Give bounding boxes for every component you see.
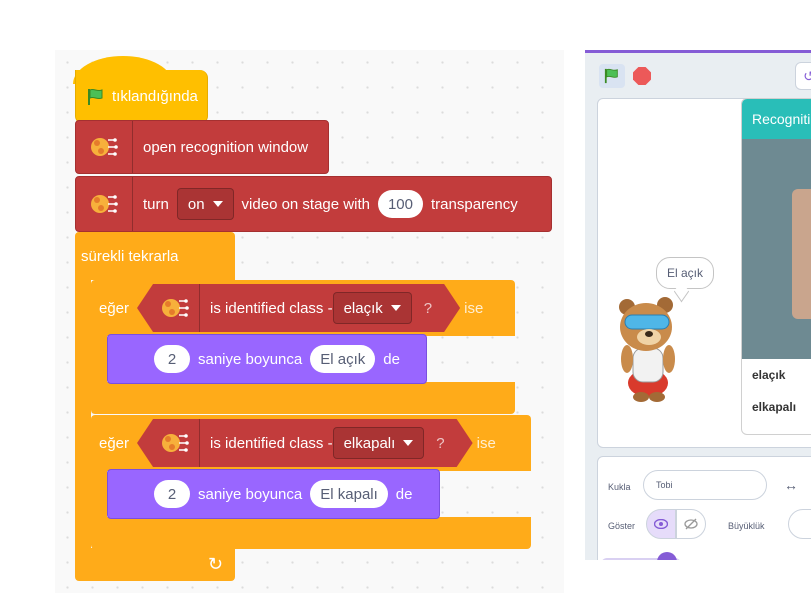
stop-button[interactable] xyxy=(633,67,651,85)
say-text-input[interactable]: El kapalı xyxy=(310,480,388,508)
say-for-secs-block-1[interactable]: 2 saniye boyunca El açık de xyxy=(107,334,427,384)
class-dropdown[interactable]: elkapalı xyxy=(333,427,425,459)
transparency-input[interactable]: 100 xyxy=(377,190,423,218)
ai-brain-icon xyxy=(76,177,133,231)
if-block-1[interactable]: eğer is identified class - elaçık ? ise xyxy=(91,280,515,336)
question-mark: ? xyxy=(423,299,433,317)
top-accent-line xyxy=(585,50,811,53)
video-state-dropdown[interactable]: on xyxy=(176,188,234,220)
sprite-info-panel: Kukla Tobi ↔ Göster Büyüklük xyxy=(597,456,811,560)
if-label: eğer xyxy=(99,434,130,452)
say-for-secs-block-2[interactable]: 2 saniye boyunca El kapalı de xyxy=(107,469,440,519)
stage-layout-button[interactable]: ↺ xyxy=(795,62,811,90)
sprite-label: Kukla xyxy=(608,482,631,492)
video-state-value: on xyxy=(187,195,205,213)
ai-brain-icon xyxy=(151,284,200,332)
if-block-2-arm xyxy=(91,469,107,519)
forever-block-bottom[interactable]: ↻ xyxy=(75,548,235,581)
green-flag-icon xyxy=(604,68,618,84)
loop-arrow-icon: ↻ xyxy=(207,554,223,574)
webcam-video xyxy=(742,139,811,359)
class-label-1: elaçık xyxy=(752,368,786,382)
bear-sprite[interactable] xyxy=(613,293,683,403)
if-block-2-bottom xyxy=(91,517,531,549)
say-mid-label: saniye boyunca xyxy=(198,350,303,368)
class-value: elaçık xyxy=(343,299,383,317)
dropdown-caret-icon xyxy=(391,305,401,311)
if-block-1-arm xyxy=(91,334,107,384)
ai-brain-icon xyxy=(76,121,133,173)
turn-video-block[interactable]: turn on video on stage with 100 transpar… xyxy=(75,176,552,232)
dropdown-caret-icon xyxy=(212,201,223,207)
identified-class-condition[interactable]: is identified class - elkapalı ? xyxy=(137,419,473,467)
if-block-2[interactable]: eğer is identified class - elkapalı ? is… xyxy=(91,415,531,471)
sprite-name-value: Tobi xyxy=(656,480,673,490)
hide-sprite-button[interactable] xyxy=(676,509,706,539)
then-label: ise xyxy=(476,434,496,452)
forever-block-arm xyxy=(75,278,91,568)
stage-panel: ↺ El açık Recogniti elaçık elkapalı Kukl… xyxy=(585,50,811,560)
open-window-label: open recognition window xyxy=(143,138,309,156)
sprite-name-input[interactable]: Tobi xyxy=(643,470,767,500)
recognition-title: Recogniti xyxy=(742,99,811,139)
show-sprite-button[interactable] xyxy=(646,509,676,539)
forever-block[interactable]: sürekli tekrarla xyxy=(75,232,235,280)
recognition-window[interactable]: Recogniti elaçık elkapalı xyxy=(741,98,811,435)
size-input[interactable] xyxy=(788,509,811,539)
identified-class-condition[interactable]: is identified class - elaçık ? xyxy=(137,284,460,332)
if-block-1-bottom xyxy=(91,382,515,414)
secs-input[interactable]: 2 xyxy=(154,345,190,373)
then-label: ise xyxy=(464,299,484,317)
condition-label: is identified class - xyxy=(210,299,333,317)
class-dropdown[interactable]: elaçık xyxy=(333,292,412,324)
condition-label: is identified class - xyxy=(210,434,333,452)
green-flag-button[interactable] xyxy=(599,64,625,88)
ai-brain-icon xyxy=(151,419,200,467)
turn-label: turn xyxy=(143,195,169,213)
say-end-label: de xyxy=(395,485,413,503)
size-label: Büyüklük xyxy=(728,521,765,531)
class-label-2: elkapalı xyxy=(752,400,797,414)
say-mid-label: saniye boyunca xyxy=(198,485,303,503)
secs-input[interactable]: 2 xyxy=(154,480,190,508)
speech-bubble: El açık xyxy=(656,257,715,289)
forever-label: sürekli tekrarla xyxy=(81,247,179,265)
question-mark: ? xyxy=(436,434,445,452)
transparency-label: transparency xyxy=(431,195,518,213)
code-area[interactable]: tıklandığında open recognition window tu… xyxy=(55,50,564,593)
class-value: elkapalı xyxy=(343,434,396,452)
eye-icon xyxy=(654,519,668,529)
dropdown-caret-icon xyxy=(403,440,413,446)
show-label: Göster xyxy=(608,521,636,531)
green-flag-icon xyxy=(86,88,106,106)
hand-image xyxy=(792,189,811,319)
say-text-input[interactable]: El açık xyxy=(310,345,376,373)
x-position-icon: ↔ xyxy=(784,477,798,493)
video-label: video on stage with xyxy=(241,195,370,213)
open-recognition-window-block[interactable]: open recognition window xyxy=(75,120,329,174)
when-flag-clicked-block[interactable]: tıklandığında xyxy=(75,70,208,124)
hat-label: tıklandığında xyxy=(112,88,198,105)
say-end-label: de xyxy=(383,350,400,368)
eye-slash-icon xyxy=(684,518,698,530)
if-label: eğer xyxy=(99,299,130,317)
